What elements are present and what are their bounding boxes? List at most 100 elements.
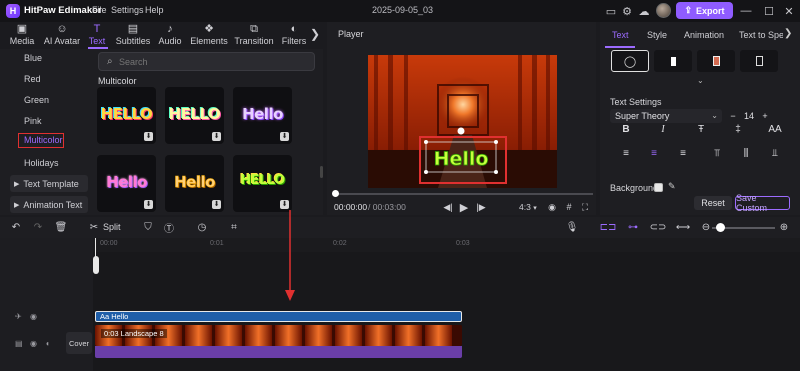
search-box[interactable]: ⌕ [98, 52, 315, 71]
tab-text-to-speech[interactable]: Text to Speech [739, 30, 783, 40]
split-button[interactable]: Split [103, 222, 121, 232]
tab-style[interactable]: Style [647, 30, 667, 40]
tab-transition[interactable]: ⧉ Transition [234, 24, 274, 48]
style-preset[interactable] [654, 50, 692, 72]
crop-icon[interactable]: ⌗ [227, 220, 241, 234]
microphone-icon[interactable]: 🎙 [565, 220, 579, 234]
zoom-in-icon[interactable]: ⊕ [777, 220, 791, 234]
align-middle-icon[interactable]: ⫼ [733, 148, 759, 162]
minimize-icon[interactable]: — [738, 3, 754, 19]
tabs-scroll-right-icon[interactable]: ❯ [310, 27, 320, 41]
grid-icon[interactable]: # [562, 200, 576, 214]
search-input[interactable] [119, 56, 309, 68]
track-link-icon[interactable]: ⊂⊃ [650, 220, 667, 234]
category-pink[interactable]: Pink [24, 116, 42, 126]
increase-icon[interactable]: + [758, 111, 772, 121]
next-frame-icon[interactable]: |▶ [474, 200, 488, 214]
progress-bar[interactable] [335, 193, 593, 195]
strikethrough-button[interactable]: Ŧ [688, 124, 714, 138]
tab-subtitles[interactable]: ▤ Subtitles [113, 24, 153, 48]
aspect-ratio-select[interactable]: 4:3 ▾ [519, 202, 537, 212]
link-icon[interactable]: ⊶ [626, 220, 640, 234]
reset-button[interactable]: Reset [694, 196, 732, 210]
bold-button[interactable]: B [613, 124, 639, 138]
tab-filters[interactable]: ◐ Filters [280, 24, 308, 48]
tab-media[interactable]: ▣ Media [4, 24, 40, 48]
style-preset[interactable] [697, 50, 735, 72]
menu-settings[interactable]: Settings [111, 5, 144, 15]
undo-icon[interactable]: ↶ [9, 220, 23, 234]
media-scrollbar[interactable] [320, 166, 323, 178]
playhead-handle[interactable] [93, 256, 99, 274]
expand-chevron-icon[interactable]: ⌄ [697, 76, 704, 85]
playhead[interactable] [95, 238, 96, 258]
zoom-slider-knob[interactable] [716, 223, 725, 232]
tab-text-properties[interactable]: Text [612, 30, 629, 40]
progress-knob[interactable] [332, 190, 339, 197]
timeline-ruler[interactable] [93, 238, 800, 252]
video-preview[interactable]: Hello [368, 55, 557, 188]
font-size-stepper[interactable]: − 14 + [726, 109, 789, 123]
template-tile[interactable]: HELLO ⬇ [165, 87, 224, 144]
settings-gear-icon[interactable]: ⚙ [619, 3, 635, 19]
eyedropper-icon[interactable]: ✎ [668, 181, 676, 192]
background-checkbox[interactable] [654, 183, 663, 192]
text-template-group[interactable]: ▶ Text Template [10, 175, 88, 192]
uppercase-button[interactable]: AA [762, 124, 788, 138]
monitor-icon[interactable]: ▭ [603, 3, 619, 19]
track-mute-icon[interactable]: ◖ [45, 339, 50, 348]
save-custom-button[interactable]: Save Custom [735, 193, 790, 213]
fit-icon[interactable]: ⟷ [676, 220, 690, 234]
font-family-select[interactable]: Super Theory ⌄ [610, 109, 722, 123]
align-right-icon[interactable]: ≡ [670, 148, 696, 162]
italic-button[interactable]: I [650, 124, 676, 138]
user-avatar[interactable] [656, 3, 671, 18]
track-video-icon[interactable]: ▤ [15, 339, 23, 348]
category-multicolor[interactable]: Multicolor [18, 133, 64, 148]
category-holidays[interactable]: Holidays [24, 158, 59, 168]
decrease-icon[interactable]: − [726, 111, 740, 121]
speed-icon[interactable]: ◷ [195, 220, 209, 234]
export-button[interactable]: ⇪ Export [676, 2, 733, 19]
style-preset[interactable]: ◯ [611, 50, 649, 72]
text-box-icon[interactable]: Ⓣ [162, 220, 176, 235]
category-red[interactable]: Red [24, 74, 41, 84]
template-tile[interactable]: Hello ⬇ [165, 155, 224, 212]
template-tile[interactable]: Hello ⬇ [97, 155, 156, 212]
template-tile[interactable]: HELLO ⬇ [233, 155, 292, 212]
video-clip[interactable]: 0:03 Landscape 8 [95, 325, 462, 346]
animation-text-group[interactable]: ▶ Animation Text [10, 196, 88, 213]
track-pin-icon[interactable]: ✈ [15, 312, 22, 321]
style-preset[interactable] [740, 50, 778, 72]
align-center-icon[interactable]: ≡ [641, 148, 667, 162]
category-green[interactable]: Green [24, 95, 49, 105]
previous-frame-icon[interactable]: ◀| [441, 200, 455, 214]
zoom-out-icon[interactable]: ⊖ [699, 220, 713, 234]
maximize-icon[interactable]: ☐ [761, 3, 777, 19]
cover-button[interactable]: Cover [66, 332, 92, 354]
play-icon[interactable]: ▶ [457, 200, 471, 214]
align-left-icon[interactable]: ≡ [613, 148, 639, 162]
track-visibility-icon[interactable]: ◉ [30, 339, 37, 348]
text-clip[interactable]: Aa Hello [95, 311, 462, 322]
align-bottom-icon[interactable]: ⫫ [762, 148, 788, 162]
template-tile[interactable]: Hello ⬇ [233, 87, 292, 144]
fullscreen-icon[interactable]: ⛶ [578, 200, 592, 214]
close-icon[interactable]: ✕ [781, 3, 797, 19]
align-top-icon[interactable]: ⫪ [704, 148, 730, 162]
tab-elements[interactable]: ❖ Elements [190, 24, 228, 48]
category-blue[interactable]: Blue [24, 53, 42, 63]
menu-help[interactable]: Help [145, 5, 164, 15]
tab-text[interactable]: T Text [86, 24, 108, 48]
redo-icon[interactable]: ↷ [31, 220, 45, 234]
track-visibility-icon[interactable]: ◉ [30, 312, 37, 321]
audio-waveform-bar[interactable] [95, 346, 462, 358]
snapshot-icon[interactable]: ◉ [545, 200, 559, 214]
tab-animation[interactable]: Animation [684, 30, 724, 40]
scissors-icon[interactable]: ✂ [87, 220, 101, 234]
line-spacing-button[interactable]: ‡ [725, 124, 751, 138]
font-size-value[interactable]: 14 [740, 111, 758, 121]
template-tile[interactable]: HELLO ⬇ [97, 87, 156, 144]
magnet-snap-icon[interactable]: ⊏⊐ [600, 220, 617, 234]
shield-icon[interactable]: ⛉ [141, 220, 155, 234]
